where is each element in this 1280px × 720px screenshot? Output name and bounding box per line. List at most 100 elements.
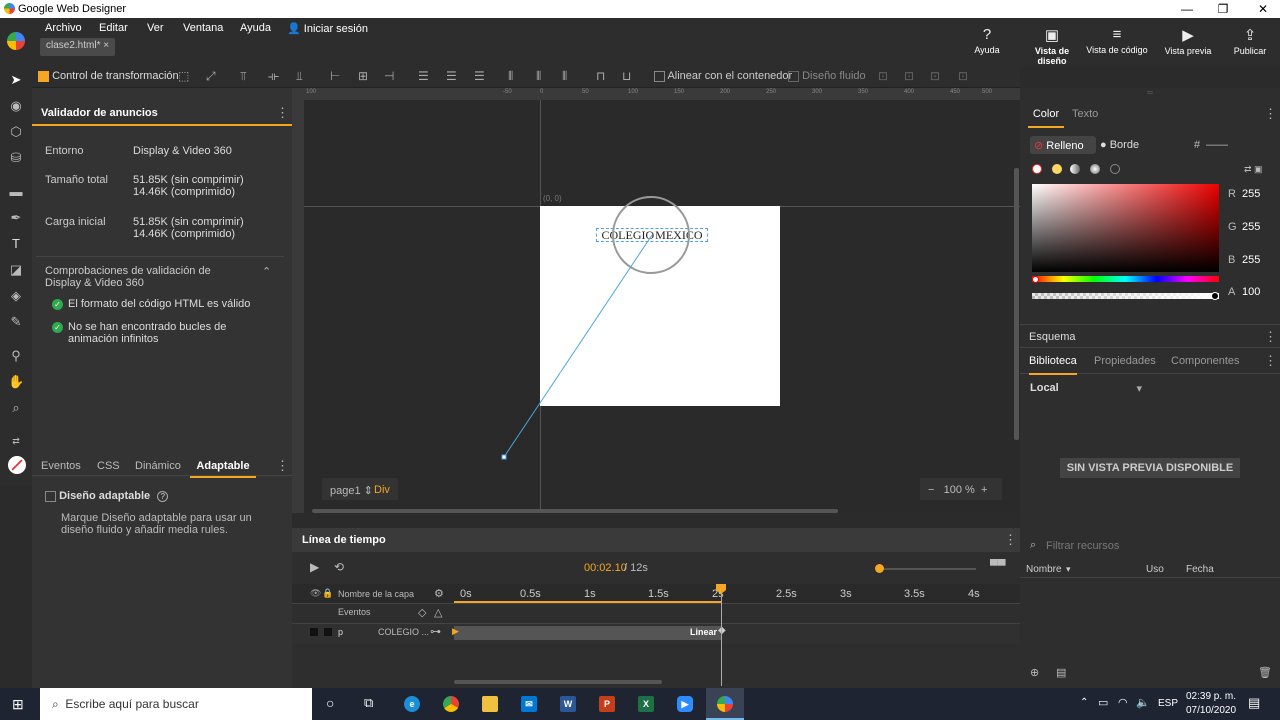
trash-icon[interactable]: 🗑: [1258, 666, 1272, 679]
b-input[interactable]: 255: [1242, 254, 1260, 266]
tray-arrow-icon[interactable]: ⌃: [1080, 697, 1088, 708]
timeline-zoom-slider[interactable]: [876, 568, 976, 570]
arrange-back-icon[interactable]: ⊡: [958, 69, 968, 83]
tab-biblioteca[interactable]: Biblioteca: [1029, 355, 1077, 375]
hue-slider[interactable]: [1032, 276, 1219, 282]
element-breadcrumb[interactable]: Div: [374, 484, 390, 496]
windows-start-icon[interactable]: ⊞: [12, 696, 24, 713]
g-input[interactable]: 255: [1242, 221, 1260, 233]
keyframe-start-icon[interactable]: ▶: [452, 626, 459, 637]
gwd-taskbar-icon[interactable]: [717, 696, 733, 712]
zoom-in-button[interactable]: +: [981, 484, 987, 496]
tab-color[interactable]: Color: [1028, 108, 1064, 128]
clock-date[interactable]: 07/10/2020: [1186, 705, 1236, 716]
tab-adaptable[interactable]: Adaptable: [190, 460, 256, 478]
image-fill-swatch[interactable]: [1110, 164, 1120, 174]
hex-input[interactable]: ——: [1206, 139, 1228, 151]
powerpoint-icon[interactable]: P: [599, 696, 615, 712]
wifi-icon[interactable]: ◠: [1118, 696, 1128, 709]
schema-header[interactable]: Esquema ⋮: [1020, 324, 1280, 348]
file-tab[interactable]: clase2.html* ×: [40, 38, 116, 56]
layer-lock-toggle[interactable]: [324, 628, 332, 636]
transform-checkbox[interactable]: [38, 70, 49, 82]
align-bottom-icon[interactable]: ⫫: [296, 69, 303, 84]
library-scope-select[interactable]: Local ▾: [1030, 382, 1142, 398]
r-input[interactable]: 255: [1242, 188, 1260, 200]
close-window-button[interactable]: ✕: [1240, 0, 1280, 18]
menu-ventana[interactable]: Ventana: [183, 22, 223, 34]
border-toggle[interactable]: ● Borde: [1100, 139, 1139, 151]
layer-motion-icon[interactable]: ⊶: [430, 625, 441, 638]
resize-icon[interactable]: ⤢: [206, 69, 216, 84]
help-circle-icon[interactable]: ?: [157, 491, 169, 502]
edge-icon[interactable]: e: [404, 696, 420, 712]
3d-translate-tool-icon[interactable]: ⬡: [8, 124, 24, 140]
text-tool-icon[interactable]: T: [8, 236, 24, 251]
tab-css[interactable]: CSS: [97, 460, 120, 472]
tab-componentes[interactable]: Componentes: [1171, 355, 1240, 367]
stage-scrollbar-vertical[interactable]: [1014, 168, 1019, 440]
zoom-app-icon[interactable]: ▶: [677, 696, 693, 712]
distribute-right-icon[interactable]: ⦀: [562, 69, 567, 84]
stage-scrollbar-horizontal[interactable]: [312, 509, 838, 513]
lower-panel-menu-icon[interactable]: ⋮: [276, 458, 289, 474]
schema-menu-icon[interactable]: ⋮: [1264, 329, 1277, 345]
responsive-toggle[interactable]: Diseño adaptable ?: [45, 490, 169, 502]
swatch-settings-icon[interactable]: ⇄ ▣: [1244, 164, 1263, 175]
same-width-icon[interactable]: ⊓: [596, 69, 605, 83]
timeline-menu-icon[interactable]: ⋮: [1004, 532, 1017, 548]
fill-stroke-color-icon[interactable]: [8, 456, 26, 474]
word-icon[interactable]: W: [560, 696, 576, 712]
align-vcenter-icon[interactable]: ⟛: [268, 69, 279, 84]
menu-ver[interactable]: Ver: [147, 22, 164, 34]
publish-button[interactable]: ⇪ Publicar: [1228, 26, 1272, 56]
align-container-checkbox[interactable]: [654, 70, 665, 82]
tab-dinamico[interactable]: Dinámico: [135, 460, 181, 472]
mail-icon[interactable]: ✉: [521, 696, 537, 712]
animation-span[interactable]: [454, 626, 722, 640]
design-view-button[interactable]: ▣ Vista de diseño: [1020, 26, 1084, 66]
add-asset-icon[interactable]: ⊕: [1030, 666, 1039, 679]
distribute-top-icon[interactable]: ☰: [418, 69, 429, 83]
hand-tool-icon[interactable]: ✋: [8, 374, 24, 390]
cortana-icon[interactable]: ○: [326, 695, 334, 711]
menu-archivo[interactable]: Archivo: [45, 22, 82, 34]
3d-rotate-tool-icon[interactable]: ◉: [8, 98, 24, 114]
radial-gradient-swatch[interactable]: [1090, 164, 1100, 174]
taskbar-search[interactable]: ⌕ Escribe aquí para buscar: [40, 688, 312, 720]
group-icon[interactable]: ⊡: [878, 69, 888, 83]
menu-ayuda[interactable]: Ayuda: [240, 22, 271, 34]
pen-tool-icon[interactable]: ✒: [8, 210, 24, 226]
language-indicator[interactable]: ESP: [1158, 698, 1178, 709]
add-event-icon[interactable]: ◇: [418, 606, 426, 619]
bounding-box-icon[interactable]: ⬚: [178, 69, 189, 83]
help-button[interactable]: ? Ayuda: [972, 26, 1002, 55]
eraser-tool-icon[interactable]: ▬: [8, 184, 24, 199]
dropper-tool-icon[interactable]: ⚲: [8, 348, 24, 364]
col-use[interactable]: Uso: [1146, 564, 1164, 575]
align-hcenter-icon[interactable]: ⊞: [358, 69, 368, 83]
eyedropper-tool-icon[interactable]: ✎: [8, 314, 24, 330]
play-button[interactable]: ▶: [310, 560, 319, 574]
distribute-center-icon[interactable]: ⦀: [536, 69, 541, 84]
tab-propiedades[interactable]: Propiedades: [1094, 355, 1156, 367]
battery-icon[interactable]: ▭: [1098, 696, 1108, 709]
align-container-toggle[interactable]: Alinear con el contenedor: [654, 70, 792, 82]
preview-button[interactable]: ▶ Vista previa: [1160, 26, 1216, 56]
fill-toggle[interactable]: ⊘ Relleno: [1030, 136, 1096, 154]
align-top-icon[interactable]: ⫪: [240, 69, 247, 84]
menu-editar[interactable]: Editar: [99, 22, 128, 34]
timeline-zoom-handle[interactable]: [875, 564, 884, 573]
timeline-view-icon[interactable]: ▀▀: [990, 560, 1006, 572]
zoom-control[interactable]: − 100 % +: [920, 478, 1002, 500]
lock-icon[interactable]: 🔒: [322, 588, 333, 599]
excel-icon[interactable]: X: [638, 696, 654, 712]
distribute-middle-icon[interactable]: ☰: [446, 69, 457, 83]
distribute-left-icon[interactable]: ⦀: [508, 69, 513, 84]
collapse-icon[interactable]: ⌃: [262, 265, 271, 278]
task-view-icon[interactable]: ⧉: [364, 695, 373, 711]
fluid-design-toggle[interactable]: Diseño fluido: [788, 70, 866, 82]
no-color-swatch[interactable]: [1032, 164, 1042, 174]
close-tab-icon[interactable]: ×: [103, 40, 109, 51]
fluid-checkbox[interactable]: [788, 70, 799, 82]
